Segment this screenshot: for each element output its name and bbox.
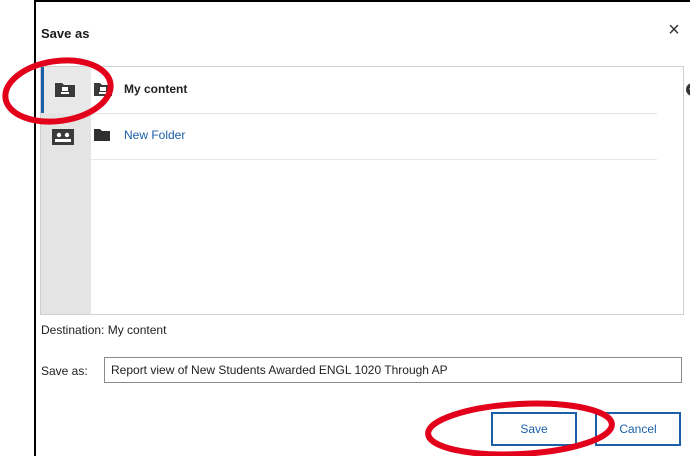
save-as-label: Save as: (41, 364, 88, 378)
save-button[interactable]: Save (491, 412, 577, 446)
content-browser: My content + New Folder (40, 66, 690, 315)
my-content-folder-icon (94, 82, 112, 101)
sidebar (41, 67, 91, 314)
save-as-dialog: Save as × My content New Folder Destinat… (34, 0, 690, 456)
destination-label: Destination: (41, 323, 105, 337)
dialog-title: Save as (41, 26, 90, 41)
list-item[interactable]: New Folder (91, 113, 657, 160)
sidebar-item-my-content[interactable] (41, 67, 91, 113)
tree-header-row[interactable]: My content + (91, 67, 690, 114)
save-as-input[interactable] (104, 357, 682, 383)
folder-label: New Folder (124, 128, 186, 142)
add-icon[interactable]: + (686, 83, 690, 96)
my-content-folder-icon (55, 81, 75, 102)
sidebar-item-team-content[interactable] (41, 115, 91, 161)
close-icon[interactable]: × (664, 20, 684, 40)
destination-value: My content (107, 323, 167, 337)
folder-icon (94, 128, 110, 146)
tree-header-label: My content (124, 82, 188, 96)
destination: Destination: My content (41, 323, 166, 337)
cancel-button[interactable]: Cancel (595, 412, 681, 446)
team-content-icon (52, 129, 74, 150)
